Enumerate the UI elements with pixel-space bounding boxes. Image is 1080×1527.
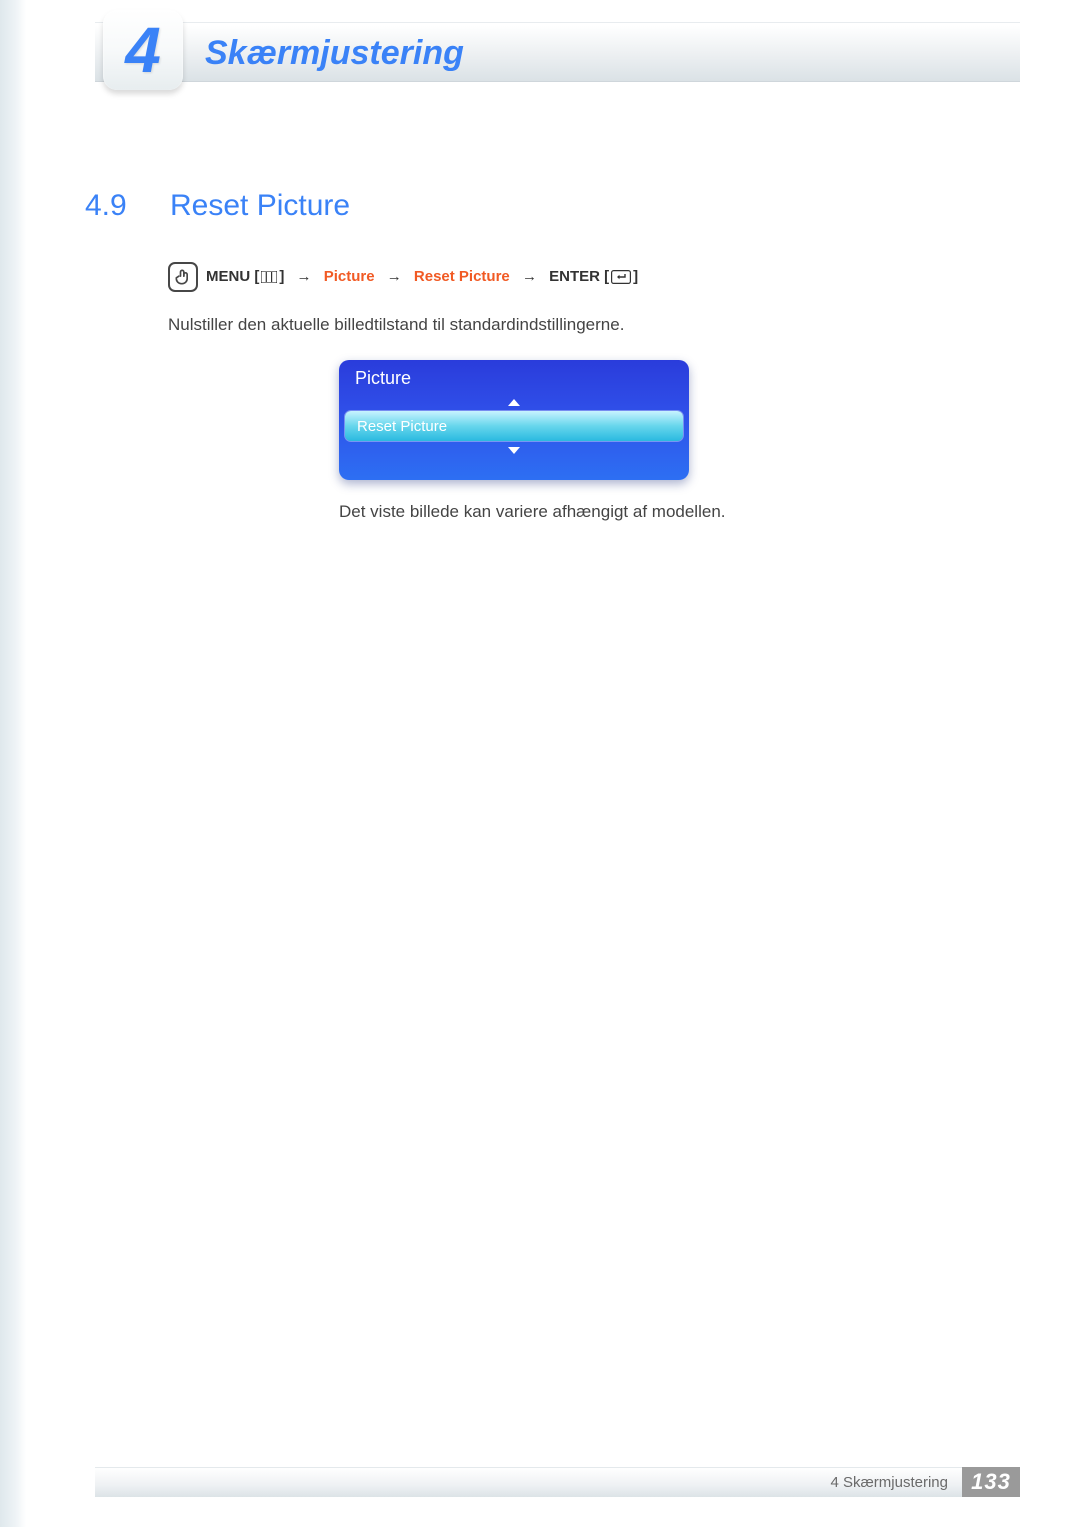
- page-footer: 4 Skærmjustering 133: [95, 1467, 1020, 1497]
- footer-page-number: 133: [962, 1467, 1020, 1497]
- triangle-up-icon: [508, 399, 520, 406]
- arrow-icon: →: [522, 268, 537, 285]
- osd-item-reset-picture[interactable]: Reset Picture: [345, 411, 683, 441]
- footer-breadcrumb: 4 Skærmjustering: [830, 1474, 948, 1491]
- section-title: Reset Picture: [170, 189, 350, 223]
- chapter-title: Skærmjustering: [205, 34, 464, 73]
- left-white-margin: [26, 0, 86, 1527]
- bracket-close: ]: [633, 268, 638, 285]
- bracket-open: [: [254, 268, 259, 285]
- footer-breadcrumb-bar: 4 Skærmjustering: [95, 1467, 962, 1497]
- bracket-open: [: [604, 268, 609, 285]
- arrow-icon: →: [387, 268, 402, 285]
- osd-title: Picture: [339, 360, 689, 395]
- nav-step-reset-picture: Reset Picture: [414, 268, 510, 285]
- triangle-down-icon: [508, 447, 520, 454]
- enter-return-icon: [611, 270, 631, 284]
- chapter-number-badge: 4: [103, 10, 183, 90]
- osd-menu-card: Picture Reset Picture: [339, 360, 689, 480]
- description-text: Nulstiller den aktuelle billedtilstand t…: [168, 315, 624, 335]
- touch-hand-icon: [168, 262, 198, 292]
- osd-scroll-down-row: [339, 443, 689, 457]
- osd-scroll-up-row: [339, 395, 689, 409]
- bracket-close: ]: [279, 268, 284, 285]
- section-number: 4.9: [85, 189, 127, 223]
- menu-navigation-path: MENU [] → Picture → Reset Picture → ENTE…: [206, 268, 638, 285]
- nav-enter-label: ENTER: [549, 268, 600, 285]
- chapter-number: 4: [125, 13, 161, 87]
- arrow-icon: →: [297, 268, 312, 285]
- nav-menu-label: MENU: [206, 268, 250, 285]
- left-gradient-strip: [0, 0, 26, 1527]
- nav-step-picture: Picture: [324, 268, 375, 285]
- menu-grid-icon: [261, 271, 277, 283]
- osd-item-label: Reset Picture: [357, 418, 447, 435]
- model-variance-note: Det viste billede kan variere afhængigt …: [339, 502, 726, 522]
